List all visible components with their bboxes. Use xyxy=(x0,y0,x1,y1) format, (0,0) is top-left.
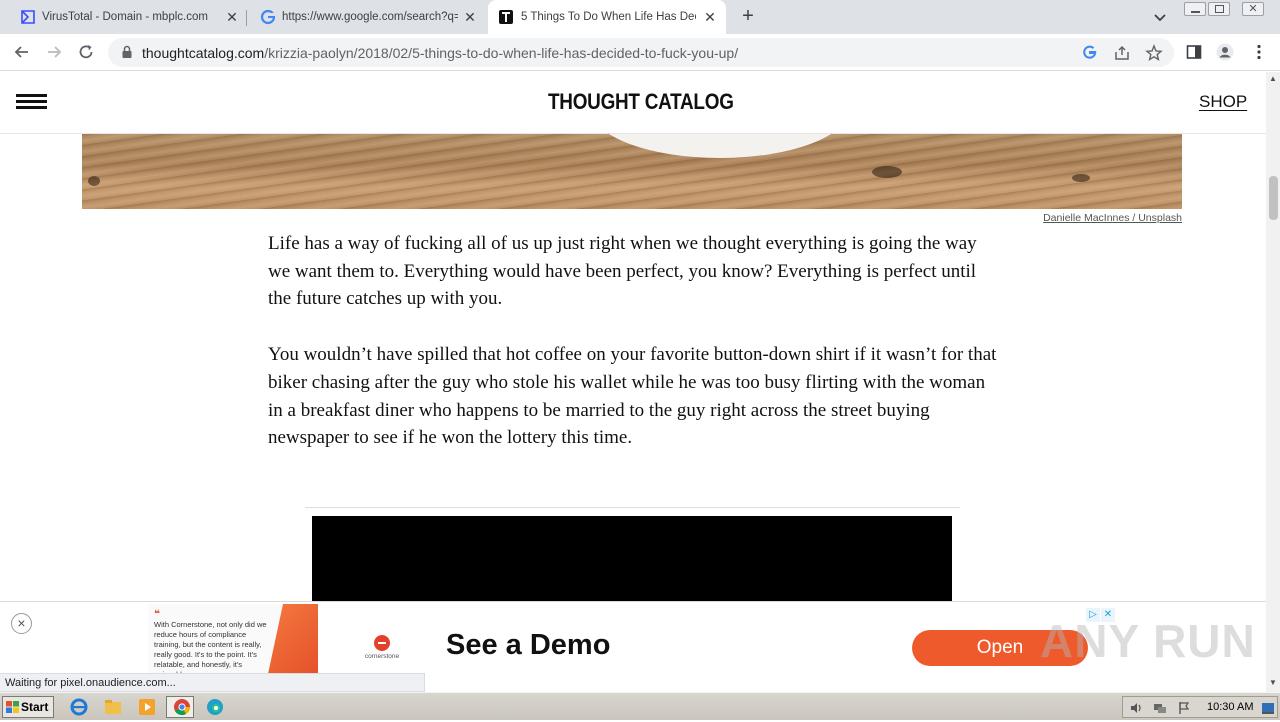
address-bar[interactable]: thoughtcatalog.com/krizzia-paolyn/2018/0… xyxy=(108,38,1174,67)
url-domain: thoughtcatalog.com xyxy=(142,45,265,61)
tab-google-search[interactable]: https://www.google.com/search?q= ✕ xyxy=(246,0,486,34)
virustotal-icon xyxy=(21,10,35,24)
ad-photo xyxy=(268,604,318,674)
ad-testimonial-text: With Cornerstone, not only did we reduce… xyxy=(154,620,267,674)
start-button[interactable]: Start xyxy=(2,696,54,718)
lock-icon[interactable] xyxy=(120,45,134,59)
video-player[interactable] xyxy=(312,516,952,606)
menu-icon[interactable] xyxy=(16,94,48,110)
site-logo[interactable]: THOUGHT CATALOG xyxy=(548,89,734,115)
share-icon[interactable] xyxy=(1113,44,1131,62)
forward-icon[interactable] xyxy=(44,42,64,62)
wood-knot xyxy=(1072,174,1090,182)
close-tab-icon[interactable]: ✕ xyxy=(224,9,240,25)
internet-explorer-icon[interactable] xyxy=(68,697,90,717)
profile-icon[interactable] xyxy=(1216,43,1234,61)
network-icon[interactable] xyxy=(1153,701,1167,715)
taskbar: Start 10:30 AM xyxy=(0,692,1280,720)
status-bubble: Waiting for pixel.onaudience.com... xyxy=(0,673,425,692)
edge-icon[interactable] xyxy=(204,697,226,717)
url-text[interactable]: thoughtcatalog.com/krizzia-paolyn/2018/0… xyxy=(142,45,738,61)
cornerstone-wordmark: cornerstone xyxy=(364,653,400,660)
media-player-icon[interactable] xyxy=(136,697,158,717)
chevron-down-icon[interactable] xyxy=(1152,9,1168,25)
page-viewport: THOUGHT CATALOG SHOP Danielle MacInnes /… xyxy=(0,72,1266,673)
anyrun-watermark: ANY RUN xyxy=(1040,615,1256,667)
new-tab-button[interactable]: + xyxy=(738,6,758,27)
page-scrollbar[interactable]: ▲ ▼ xyxy=(1266,72,1280,692)
volume-icon[interactable] xyxy=(1129,701,1143,715)
taskbar-chrome[interactable] xyxy=(166,696,194,718)
site-header: THOUGHT CATALOG SHOP xyxy=(0,72,1266,134)
cornerstone-logo[interactable]: cornerstone xyxy=(360,635,404,660)
action-center-flag-icon[interactable] xyxy=(1177,701,1191,715)
close-tab-icon[interactable]: ✕ xyxy=(462,9,478,25)
tab-strip: VirusTotal - Domain - mbplc.com ✕ https:… xyxy=(0,0,1280,34)
back-icon[interactable] xyxy=(12,42,32,62)
system-tray: 10:30 AM xyxy=(1122,696,1278,718)
article-body: Life has a way of fucking all of us up j… xyxy=(268,230,998,480)
tab-title: https://www.google.com/search?q= xyxy=(282,11,458,23)
minimize-button[interactable] xyxy=(1184,2,1206,16)
quote-mark-icon: ❝ xyxy=(154,609,160,620)
clock[interactable]: 10:30 AM xyxy=(1207,701,1253,713)
scroll-down-arrow[interactable]: ▼ xyxy=(1269,679,1277,687)
shop-link[interactable]: SHOP xyxy=(1199,92,1247,112)
show-desktop-icon[interactable] xyxy=(1261,701,1275,715)
restore-button[interactable] xyxy=(1208,2,1230,16)
thought-catalog-icon xyxy=(499,10,513,24)
side-panel-icon[interactable] xyxy=(1185,43,1203,61)
scroll-up-arrow[interactable]: ▲ xyxy=(1269,75,1277,83)
cornerstone-mark-icon xyxy=(374,635,390,651)
close-tab-icon[interactable]: ✕ xyxy=(702,9,718,25)
file-explorer-icon[interactable] xyxy=(102,697,124,717)
kebab-menu-icon[interactable] xyxy=(1250,43,1268,61)
tab-thought-catalog[interactable]: 5 Things To Do When Life Has Decide ✕ xyxy=(488,0,726,34)
hero-image xyxy=(82,134,1182,209)
ad-close-button[interactable]: × xyxy=(11,613,32,634)
windows-flag-icon xyxy=(6,701,19,713)
divider xyxy=(305,507,960,508)
reload-icon[interactable] xyxy=(76,42,96,62)
ad-headline[interactable]: See a Demo xyxy=(446,629,610,662)
article-paragraph: Life has a way of fucking all of us up j… xyxy=(268,233,977,310)
ad-testimonial: ❝ With Cornerstone, not only did we redu… xyxy=(154,609,272,675)
tab-virustotal[interactable]: VirusTotal - Domain - mbplc.com ✕ xyxy=(0,0,245,34)
image-credit-link[interactable]: Danielle MacInnes / Unsplash xyxy=(1043,212,1182,224)
tab-title: VirusTotal - Domain - mbplc.com xyxy=(42,11,208,23)
wood-grain xyxy=(82,134,1182,209)
chrome-icon xyxy=(174,699,191,716)
start-label: Start xyxy=(21,700,49,714)
wood-knot xyxy=(872,166,902,178)
google-icon xyxy=(260,9,276,25)
article-paragraph: You wouldn’t have spilled that hot coffe… xyxy=(268,344,997,449)
tab-title: 5 Things To Do When Life Has Decide xyxy=(521,11,696,23)
wood-knot xyxy=(88,176,100,186)
close-window-button[interactable]: ✕ xyxy=(1242,2,1264,16)
google-lens-icon[interactable] xyxy=(1081,44,1099,62)
bookmark-star-icon[interactable] xyxy=(1145,44,1163,62)
url-path: /krizzia-paolyn/2018/02/5-things-to-do-w… xyxy=(264,45,739,61)
scroll-thumb[interactable] xyxy=(1269,176,1278,220)
ad-testimonial-card[interactable]: ❝ With Cornerstone, not only did we redu… xyxy=(148,604,318,674)
browser-toolbar: thoughtcatalog.com/krizzia-paolyn/2018/0… xyxy=(0,34,1280,71)
